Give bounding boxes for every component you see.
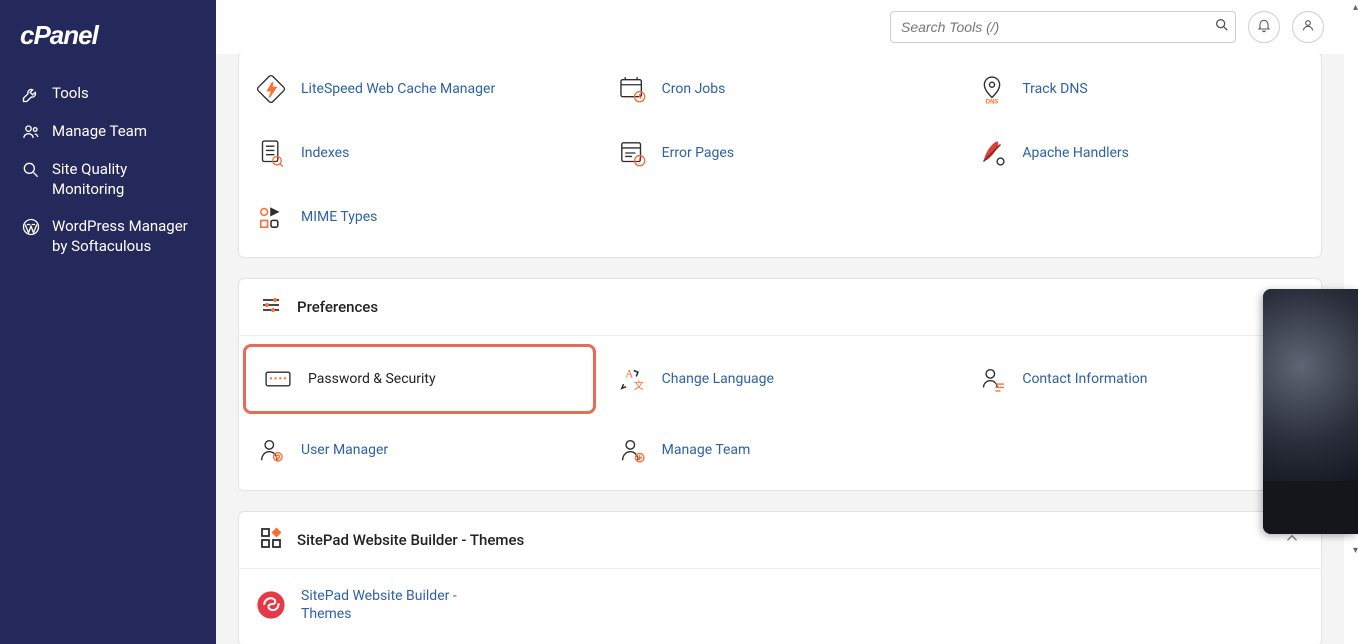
app-link[interactable]: Contact Information bbox=[1022, 370, 1147, 388]
apache-feather-icon bbox=[974, 135, 1010, 171]
sitepad-grid: SitePad Website Builder - Themes bbox=[239, 568, 1321, 644]
app-cron-jobs[interactable]: Cron Jobs bbox=[600, 57, 961, 121]
user-gear-icon bbox=[253, 432, 289, 468]
app-link[interactable]: Manage Team bbox=[662, 441, 751, 459]
team-add-icon bbox=[614, 432, 650, 468]
sitepad-icon bbox=[253, 587, 289, 623]
app-indexes[interactable]: Indexes bbox=[239, 121, 600, 185]
sidebar-item-label: WordPress Manager by Softaculous bbox=[52, 216, 196, 257]
sliders-icon bbox=[259, 293, 283, 321]
app-link[interactable]: Indexes bbox=[301, 144, 349, 162]
brand-logo[interactable]: ccPanelPanel bbox=[20, 20, 204, 51]
app-user-manager[interactable]: User Manager bbox=[239, 418, 600, 482]
app-sitepad-themes[interactable]: SitePad Website Builder - Themes bbox=[239, 573, 519, 637]
user-icon bbox=[1300, 17, 1316, 37]
error-page-icon bbox=[614, 135, 650, 171]
pin-dns-icon: DNS bbox=[974, 71, 1010, 107]
main-area: LiteSpeed Web Cache Manager Cron Jobs DN… bbox=[216, 0, 1344, 644]
svg-text:••••: •••• bbox=[269, 375, 287, 384]
notifications-button[interactable] bbox=[1248, 11, 1280, 43]
floating-video[interactable] bbox=[1263, 289, 1358, 534]
mime-icon bbox=[253, 199, 289, 235]
sidebar-item-manage-team[interactable]: Manage Team bbox=[12, 113, 204, 151]
app-apache-handlers[interactable]: Apache Handlers bbox=[960, 121, 1321, 185]
app-link[interactable]: Apache Handlers bbox=[1022, 144, 1129, 162]
sidebar: ccPanelPanel Tools Manage Team Site Qual… bbox=[0, 0, 216, 644]
wordpress-icon bbox=[20, 216, 42, 238]
app-error-pages[interactable]: Error Pages bbox=[600, 121, 961, 185]
scroll-up-indicator: ▴ bbox=[1353, 2, 1358, 13]
bell-icon bbox=[1256, 17, 1272, 37]
app-password-security[interactable]: •••• Password & Security bbox=[243, 344, 596, 414]
sidebar-item-tools[interactable]: Tools bbox=[12, 75, 204, 113]
password-icon: •••• bbox=[260, 361, 296, 397]
app-link[interactable]: Error Pages bbox=[662, 144, 734, 162]
top-bar bbox=[216, 0, 1344, 54]
app-link[interactable]: SitePad Website Builder - Themes bbox=[301, 587, 505, 623]
sidebar-item-label: Site Quality Monitoring bbox=[52, 159, 196, 200]
svg-text:文: 文 bbox=[633, 379, 643, 392]
calendar-clock-icon bbox=[614, 71, 650, 107]
scroll-down-indicator: ▾ bbox=[1353, 545, 1358, 556]
video-controls[interactable] bbox=[1263, 481, 1358, 534]
litespeed-icon bbox=[253, 71, 289, 107]
section-sitepad: SitePad Website Builder - Themes SitePad… bbox=[238, 511, 1322, 644]
magnifier-icon bbox=[20, 159, 42, 181]
search-icon[interactable] bbox=[1214, 17, 1230, 37]
account-button[interactable] bbox=[1292, 11, 1324, 43]
preferences-grid: •••• Password & Security A文 Change Langu… bbox=[239, 335, 1321, 490]
app-link[interactable]: MIME Types bbox=[301, 208, 377, 226]
section-advanced: LiteSpeed Web Cache Manager Cron Jobs DN… bbox=[238, 52, 1322, 258]
svg-text:DNS: DNS bbox=[986, 99, 999, 105]
app-link[interactable]: Change Language bbox=[662, 370, 774, 388]
contact-icon bbox=[974, 361, 1010, 397]
app-link[interactable]: Cron Jobs bbox=[662, 80, 726, 98]
video-thumbnail bbox=[1263, 289, 1358, 481]
search-input[interactable] bbox=[890, 11, 1236, 43]
search-wrap bbox=[890, 11, 1236, 43]
sidebar-item-wordpress[interactable]: WordPress Manager by Softaculous bbox=[12, 208, 204, 265]
apps-grid-icon bbox=[259, 526, 283, 554]
app-litespeed[interactable]: LiteSpeed Web Cache Manager bbox=[239, 57, 600, 121]
app-link[interactable]: User Manager bbox=[301, 441, 388, 459]
section-header-sitepad[interactable]: SitePad Website Builder - Themes bbox=[239, 512, 1321, 568]
app-link[interactable]: LiteSpeed Web Cache Manager bbox=[301, 80, 495, 98]
sidebar-item-site-quality[interactable]: Site Quality Monitoring bbox=[12, 151, 204, 208]
sidebar-item-label: Manage Team bbox=[52, 121, 147, 141]
content: LiteSpeed Web Cache Manager Cron Jobs DN… bbox=[216, 54, 1344, 644]
section-title: Preferences bbox=[297, 298, 378, 316]
language-icon: A文 bbox=[614, 361, 650, 397]
advanced-grid: LiteSpeed Web Cache Manager Cron Jobs DN… bbox=[239, 53, 1321, 257]
wrench-icon bbox=[20, 83, 42, 105]
app-manage-team[interactable]: Manage Team bbox=[600, 418, 961, 482]
app-link[interactable]: Track DNS bbox=[1022, 80, 1087, 98]
section-title: SitePad Website Builder - Themes bbox=[297, 531, 524, 549]
app-link[interactable]: Password & Security bbox=[308, 370, 436, 388]
team-icon bbox=[20, 121, 42, 143]
app-track-dns[interactable]: DNS Track DNS bbox=[960, 57, 1321, 121]
indexes-icon bbox=[253, 135, 289, 171]
app-mime-types[interactable]: MIME Types bbox=[239, 185, 600, 249]
section-header-preferences[interactable]: Preferences bbox=[239, 279, 1321, 335]
sidebar-item-label: Tools bbox=[52, 83, 89, 103]
app-change-language[interactable]: A文 Change Language bbox=[600, 340, 961, 418]
section-preferences: Preferences •••• Password & Security A文 … bbox=[238, 278, 1322, 491]
svg-text:A: A bbox=[625, 368, 633, 380]
